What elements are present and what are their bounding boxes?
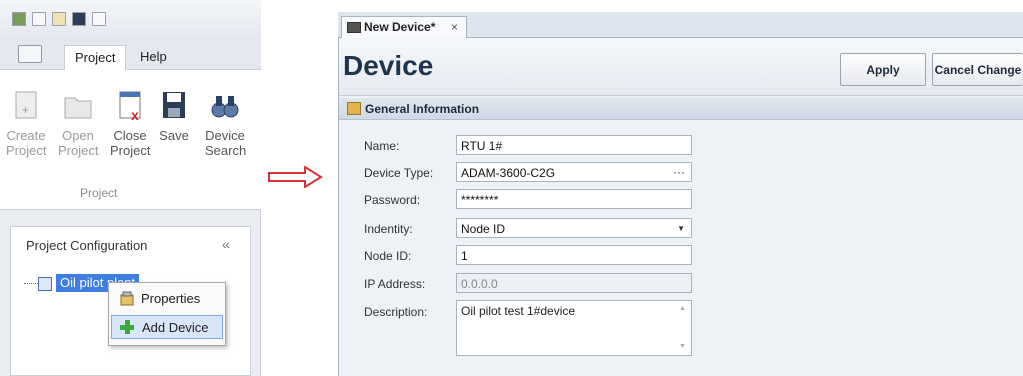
ip-address-label: IP Address:: [364, 277, 426, 291]
create-project-icon: +: [10, 88, 42, 124]
name-label: Name:: [364, 139, 400, 153]
ribbon: + Create Project Open Project x Close Pr…: [0, 70, 261, 210]
identity-select[interactable]: Node ID ▼: [456, 218, 692, 238]
cancel-change-button[interactable]: Cancel Change: [932, 53, 1023, 86]
new-icon[interactable]: [32, 12, 46, 26]
menu-item-label: Add Device: [142, 320, 209, 335]
page-title: Device: [343, 50, 434, 81]
project-node-icon: [38, 277, 52, 291]
password-label: Password:: [364, 193, 421, 207]
browse-icon[interactable]: ···: [673, 165, 685, 179]
scroll-up-icon[interactable]: ▲: [679, 305, 686, 312]
properties-icon: [119, 291, 135, 307]
save-label: Save: [159, 128, 189, 143]
collapse-icon[interactable]: «: [222, 236, 230, 252]
tab-label: New Device*: [364, 20, 436, 34]
save-button[interactable]: Save: [154, 88, 194, 143]
open-project-button[interactable]: Open Project: [58, 88, 98, 158]
device-type-label: Device Type:: [364, 166, 434, 180]
open-icon[interactable]: [52, 12, 66, 26]
svg-text:+: +: [22, 103, 29, 117]
ip-address-input: 0.0.0.0: [456, 273, 692, 293]
create-project-label: Create Project: [6, 128, 47, 158]
password-input[interactable]: ********: [456, 189, 692, 209]
quick-access-toolbar: [0, 0, 261, 38]
menu-item-add-device[interactable]: Add Device: [111, 315, 223, 339]
description-textarea[interactable]: Oil pilot test 1#device ▲ ▼: [456, 300, 692, 356]
node-id-label: Node ID:: [364, 249, 412, 263]
panel-title: Project Configuration: [26, 238, 148, 253]
name-input[interactable]: RTU 1#: [456, 135, 692, 155]
close-icon[interactable]: [92, 12, 106, 26]
app-icon: [12, 12, 26, 26]
create-project-button[interactable]: + Create Project: [6, 88, 46, 158]
add-icon: [119, 319, 135, 335]
close-project-icon: x: [114, 88, 146, 124]
arrow-icon: [268, 165, 324, 189]
tab-project[interactable]: Project: [64, 45, 127, 71]
save-icon[interactable]: [72, 12, 86, 26]
section-title: General Information: [365, 102, 480, 116]
tab-help[interactable]: Help: [130, 45, 177, 71]
identity-label: Indentity:: [364, 222, 413, 236]
app-menu-button[interactable]: [18, 45, 42, 63]
device-tab-icon: [347, 22, 361, 33]
binoculars-icon: [209, 88, 241, 124]
context-menu: Properties Add Device: [108, 282, 226, 346]
close-project-label: Close Project: [110, 128, 151, 158]
open-project-label: Open Project: [58, 128, 99, 158]
description-label: Description:: [364, 305, 428, 319]
apply-button[interactable]: Apply: [840, 53, 926, 86]
chevron-down-icon[interactable]: ▼: [677, 224, 685, 233]
menu-item-label: Properties: [141, 291, 201, 306]
svg-text:x: x: [131, 107, 139, 123]
tab-close-icon[interactable]: ×: [451, 20, 458, 34]
folder-icon: [62, 88, 94, 124]
device-search-button[interactable]: Device Search: [205, 88, 247, 158]
scroll-down-icon[interactable]: ▼: [679, 343, 686, 350]
scrollbar[interactable]: ▲ ▼: [679, 303, 689, 353]
device-search-label: Device Search: [205, 128, 247, 158]
device-type-field[interactable]: ADAM-3600-C2G ···: [456, 162, 692, 182]
node-id-input[interactable]: 1: [456, 245, 692, 265]
tree-connector: [24, 283, 38, 284]
save-icon: [158, 88, 190, 124]
device-type-value: ADAM-3600-C2G: [461, 166, 556, 180]
close-project-button[interactable]: x Close Project: [110, 88, 150, 158]
menu-item-properties[interactable]: Properties: [111, 287, 223, 311]
identity-value: Node ID: [461, 222, 506, 236]
ribbon-group-label: Project: [80, 186, 118, 200]
general-info-icon: [347, 102, 361, 115]
description-value: Oil pilot test 1#device: [461, 304, 576, 318]
document-tab[interactable]: New Device* ×: [341, 16, 467, 38]
